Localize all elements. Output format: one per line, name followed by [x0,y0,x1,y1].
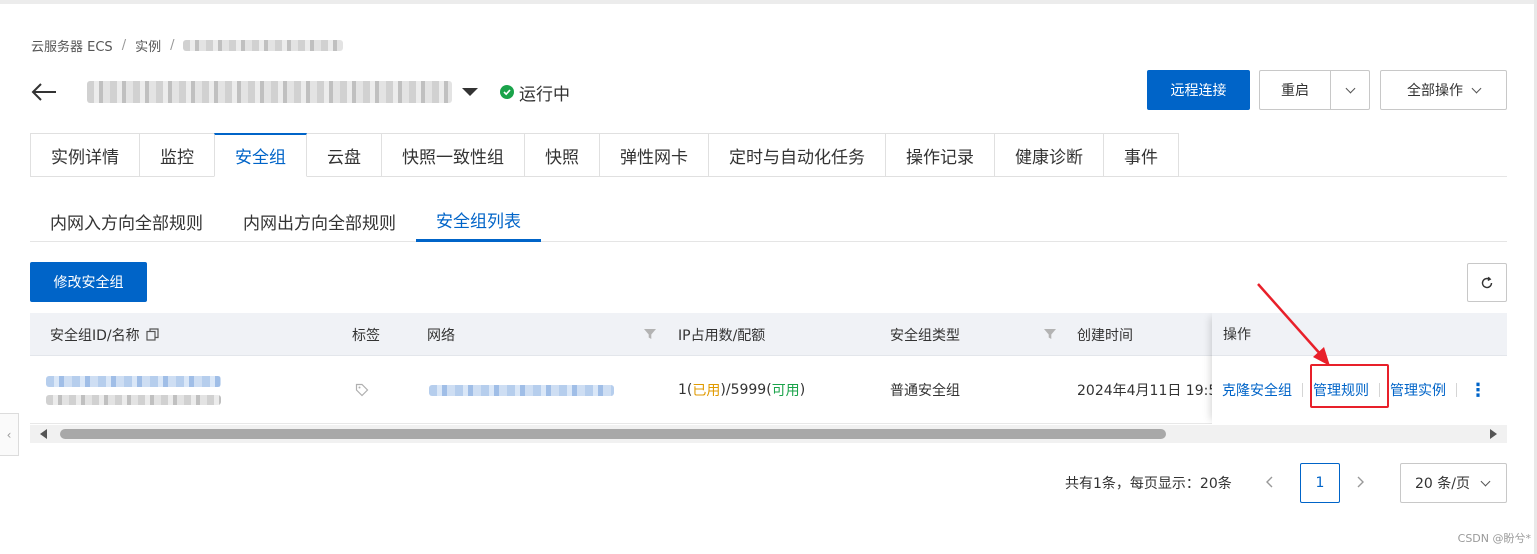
subtab-security-group-list[interactable]: 安全组列表 [416,200,541,242]
top-border [0,0,1537,4]
security-group-id-cell [46,356,221,424]
sub-tabs: 内网入方向全部规则 内网出方向全部规则 安全组列表 [30,200,541,242]
tab-snapshot-consistency-groups[interactable]: 快照一致性组 [381,133,525,177]
breadcrumb-instances[interactable]: 实例 [135,36,161,55]
column-header-tags: 标签 [352,327,380,344]
chevron-left-icon: ‹ [6,427,12,442]
pagination-total: 共有1条，每页显示：20条 [1065,476,1232,492]
breadcrumb-instance-id-redacted [183,40,344,51]
tags-cell [355,356,369,424]
more-actions-icon[interactable]: ⋮ [1469,380,1487,401]
tab-operation-records[interactable]: 操作记录 [885,133,995,177]
breadcrumb-ecs[interactable]: 云服务器 ECS [31,36,113,55]
chevron-down-icon [1480,476,1491,486]
manage-instances-link[interactable]: 管理实例 [1390,380,1446,400]
tab-security-groups[interactable]: 安全组 [214,133,307,177]
separator [1456,383,1457,397]
subtab-inbound-rules[interactable]: 内网入方向全部规则 [30,200,223,242]
chevron-down-icon [1345,83,1355,93]
tab-monitoring[interactable]: 监控 [139,133,215,177]
ip-quota-cell: 1(已用)/5999(可用) [678,382,806,399]
refresh-icon [1481,276,1493,288]
column-header-network: 网络 [427,327,455,344]
operations-column: 操作 克隆安全组 管理规则 管理实例 ⋮ [1212,313,1507,424]
prev-page-button[interactable] [1260,472,1280,492]
column-header-created: 创建时间 [1077,327,1133,344]
restart-dropdown-button[interactable] [1330,70,1370,110]
restart-button[interactable]: 重启 [1259,70,1331,110]
ip-used-count: 1 [678,382,687,398]
instance-switch-caret-icon[interactable] [462,88,478,96]
sidebar-expand-toggle[interactable]: ‹ [0,413,19,456]
ip-available-label: 可用 [771,383,800,399]
tab-snapshots[interactable]: 快照 [524,133,600,177]
tab-events[interactable]: 事件 [1103,133,1179,177]
all-operations-button[interactable]: 全部操作 [1380,70,1507,110]
type-cell: 普通安全组 [890,383,960,399]
status-badge: 运行中 [500,80,570,105]
separator [1379,383,1380,397]
check-circle-icon [500,85,514,99]
subtab-outbound-rules[interactable]: 内网出方向全部规则 [223,200,416,242]
page-number-current[interactable]: 1 [1300,463,1340,503]
tab-instance-details[interactable]: 实例详情 [30,133,140,177]
scrollbar-thumb[interactable] [60,429,1166,439]
tab-disks[interactable]: 云盘 [306,133,382,177]
column-header-operations: 操作 [1212,313,1507,356]
status-text: 运行中 [519,84,570,105]
network-id-redacted[interactable] [429,384,614,396]
breadcrumb-separator: / [121,38,127,53]
clone-security-group-link[interactable]: 克隆安全组 [1222,380,1292,400]
network-filter-icon[interactable] [643,327,657,341]
breadcrumb-separator: / [170,38,175,53]
breadcrumb: 云服务器 ECS / 实例 / [31,36,344,55]
main-tabs: 实例详情 监控 安全组 云盘 快照一致性组 快照 弹性网卡 定时与自动化任务 操… [30,133,1179,177]
scroll-left-arrow-icon[interactable] [40,429,47,439]
chevron-right-icon [1357,476,1364,488]
network-cell [429,356,614,424]
scroll-right-arrow-icon[interactable] [1490,429,1497,439]
back-arrow-icon[interactable] [29,77,59,107]
column-header-type: 安全组类型 [890,327,960,344]
page-size-value: 20 条/页 [1415,476,1470,492]
manage-rules-link[interactable]: 管理规则 [1313,380,1369,400]
security-group-id-redacted[interactable] [46,375,221,387]
copy-icon[interactable] [146,328,159,341]
instance-name-redacted [87,81,452,103]
separator [1302,383,1303,397]
watermark: CSDN @盼兮* [1457,532,1531,545]
tag-icon[interactable] [355,383,369,397]
instance-header: 运行中 [29,72,570,112]
column-header-ip-quota: IP占用数/配额 [678,327,766,344]
ip-used-label: 已用 [692,383,721,399]
tab-scheduled-tasks[interactable]: 定时与自动化任务 [708,133,886,177]
security-group-name-redacted [46,394,221,405]
remote-connect-button[interactable]: 远程连接 [1147,70,1250,110]
operations-cell: 克隆安全组 管理规则 管理实例 ⋮ [1212,356,1507,424]
security-group-table: 安全组ID/名称 标签 网络 IP占用数/配额 安全组类型 创建时间 1 (已… [30,313,1507,424]
tab-elastic-nic[interactable]: 弹性网卡 [599,133,709,177]
created-time-cell: 2024年4月11日 19:5 [1077,383,1218,399]
ip-quota-count: 5999 [730,382,767,398]
next-page-button[interactable] [1350,472,1370,492]
page-size-select[interactable]: 20 条/页 [1400,463,1507,503]
refresh-button[interactable] [1467,263,1507,302]
column-header-id-label: 安全组ID/名称 [50,327,140,344]
tab-health-diagnosis[interactable]: 健康诊断 [994,133,1104,177]
chevron-left-icon [1266,476,1273,488]
type-filter-icon[interactable] [1043,327,1057,341]
table-horizontal-scrollbar[interactable] [30,425,1507,443]
column-header-id: 安全组ID/名称 [50,313,159,356]
modify-security-group-button[interactable]: 修改安全组 [30,262,147,302]
all-operations-label: 全部操作 [1407,83,1463,99]
chevron-down-icon [1471,83,1482,93]
